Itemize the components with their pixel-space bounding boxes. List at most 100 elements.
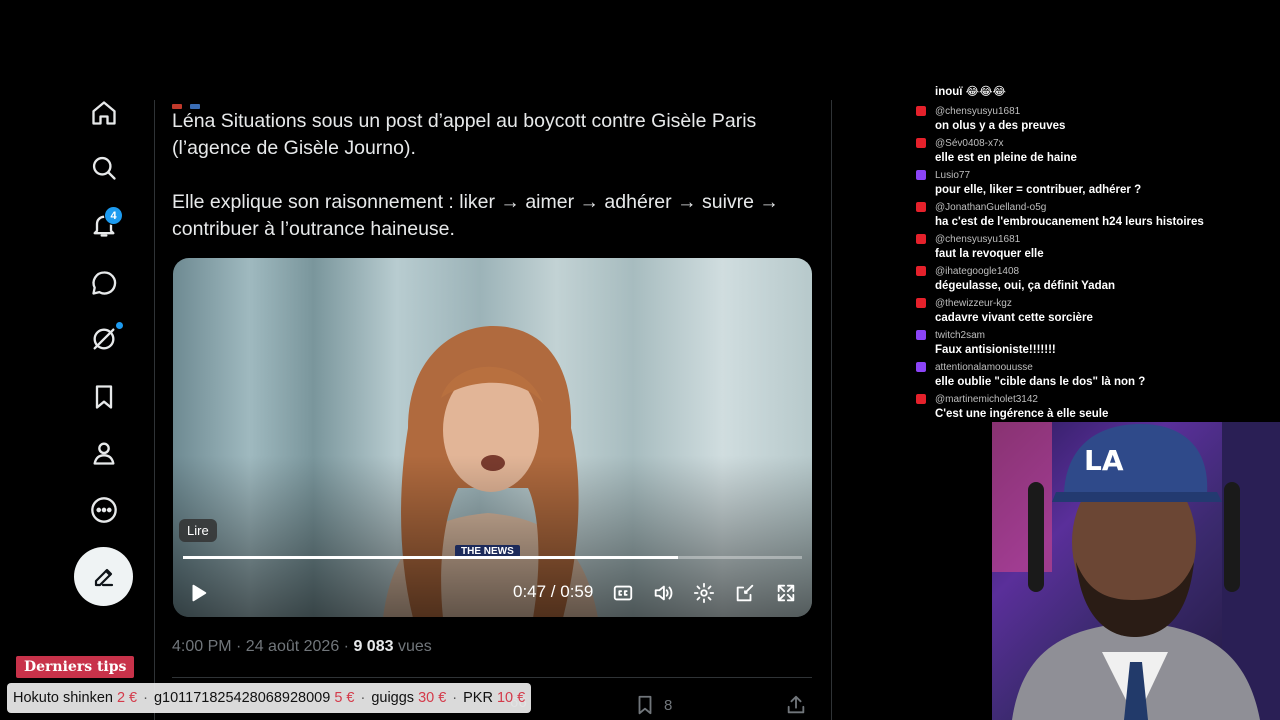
- tip-amount: 10 €: [496, 690, 526, 706]
- tip-amount: 2 €: [116, 690, 138, 706]
- column-border-right: [831, 100, 832, 720]
- youtube-icon: [916, 138, 926, 148]
- bookmark-action[interactable]: 8: [634, 694, 672, 716]
- play-tooltip: Lire: [179, 519, 217, 542]
- chat-user-row: @thewizzeur-kgz: [916, 296, 1276, 310]
- chat-message: @thewizzeur-kgz cadavre vivant cette sorc…: [916, 296, 1276, 326]
- bookmark-icon: [638, 695, 652, 715]
- views-count: 9 083: [353, 638, 394, 655]
- video-progress-fill: [183, 556, 679, 559]
- streamer-webcam: LA: [992, 422, 1280, 720]
- chat-username[interactable]: attentionalamoouusse: [935, 362, 1033, 373]
- youtube-icon: [916, 266, 926, 276]
- chat-user-row: Lusio77: [916, 168, 1276, 182]
- new-indicator-dot: [116, 322, 123, 329]
- chat-message: @chensyusyu1681 faut la revoquer elle: [916, 232, 1276, 262]
- chat-user-row: @Sév0408-x7x: [916, 136, 1276, 150]
- profile-icon[interactable]: [88, 437, 120, 469]
- youtube-icon: [916, 394, 926, 404]
- chat-message: @JonathanGuelland-o5g ha c'est de l'embro…: [916, 200, 1276, 230]
- chat-username[interactable]: @JonathanGuelland-o5g: [935, 202, 1046, 213]
- svg-text:LA: LA: [1084, 444, 1124, 477]
- tweet-text: Léna Situations sous un post d’appel au …: [172, 108, 812, 243]
- share-icon: [787, 695, 805, 714]
- settings-button[interactable]: [693, 580, 715, 606]
- chat-text: cadavre vivant cette sorcière: [935, 312, 1093, 324]
- chat-username[interactable]: twitch2sam: [935, 330, 985, 341]
- search-icon[interactable]: [88, 152, 120, 184]
- chat-text: on olus y a des preuves: [935, 120, 1066, 132]
- compose-icon: [94, 568, 113, 586]
- chat-message: @chensyusyu1681 on olus y a des preuves: [916, 104, 1276, 134]
- video-progress-bar[interactable]: [183, 556, 802, 559]
- twitch-icon: [916, 330, 926, 340]
- tip-name: PKR: [463, 690, 493, 706]
- chat-username[interactable]: @chensyusyu1681: [935, 106, 1020, 117]
- youtube-icon: [916, 106, 926, 116]
- captions-icon: [613, 585, 633, 601]
- fullscreen-icon: [777, 584, 795, 602]
- chat-message: @martinemicholet3142 C'est une ingérence …: [916, 392, 1276, 422]
- tip-amount: 5 €: [334, 690, 355, 706]
- chat-text: dégeulasse, oui, ça définit Yadan: [935, 280, 1116, 292]
- video-player[interactable]: Lire THE NEWS 0:47 / 0:59: [173, 258, 812, 617]
- flag-emojis-cut: [172, 96, 232, 109]
- fullscreen-button[interactable]: [775, 580, 797, 606]
- tweet-meta: 4:00 PM · 24 août 2026 · 9 083 vues: [172, 638, 432, 656]
- chat-username[interactable]: @chensyusyu1681: [935, 234, 1020, 245]
- chat-user-row: @martinemicholet3142: [916, 392, 1276, 406]
- chat-text: elle oublie "cible dans le dos" là non ?: [935, 376, 1146, 388]
- compose-button[interactable]: [74, 547, 133, 606]
- twitch-icon: [916, 362, 926, 372]
- chat-user-row: @chensyusyu1681: [916, 104, 1276, 118]
- play-button[interactable]: [187, 580, 209, 606]
- views-label: vues: [393, 638, 432, 655]
- bookmark-icon[interactable]: [88, 381, 120, 413]
- more-icon[interactable]: [88, 494, 120, 526]
- chat-message: twitch2sam Faux antisioniste!!!!!!!: [916, 328, 1276, 358]
- video-time: 0:47 / 0:59: [513, 582, 594, 601]
- chat-user-row: @JonathanGuelland-o5g: [916, 200, 1276, 214]
- play-icon: [192, 584, 207, 602]
- volume-icon: [654, 585, 673, 601]
- chat-text: C'est une ingérence à elle seule: [935, 408, 1109, 420]
- volume-button[interactable]: [652, 580, 674, 606]
- messages-icon[interactable]: [88, 267, 120, 299]
- chat-username[interactable]: @ihategoogle1408: [935, 266, 1019, 277]
- webcam-frame: LA: [992, 422, 1280, 720]
- tip-separator: ·: [360, 690, 366, 706]
- tweet-paragraph-2: Elle explique son raisonnement : liker →…: [172, 191, 779, 240]
- post-timestamp[interactable]: 4:00 PM · 24 août 2026 ·: [172, 638, 353, 655]
- tip-name: Hokuto shinken: [13, 690, 113, 706]
- tip-name: guiggs: [371, 690, 415, 706]
- chat-username[interactable]: @Sév0408-x7x: [935, 138, 1004, 149]
- pip-button[interactable]: [734, 580, 756, 606]
- chat-user-row: attentionalamoouusse: [916, 360, 1276, 374]
- chat-user-row: @ihategoogle1408: [916, 264, 1276, 278]
- tweet-paragraph-1: Léna Situations sous un post d’appel au …: [172, 110, 757, 159]
- chat-text: ha c'est de l'embroucanement h24 leurs h…: [935, 216, 1204, 228]
- tip-amount: 30 €: [418, 690, 447, 706]
- bookmark-count: 8: [664, 696, 673, 714]
- chat-message: Lusio77 pour elle, liker = contribuer, ad…: [916, 168, 1276, 198]
- captions-button[interactable]: [612, 580, 634, 606]
- tip-separator: ·: [452, 690, 458, 706]
- column-border-left: [154, 100, 155, 720]
- tips-title: Derniers tips: [16, 656, 135, 678]
- chat-text: elle est en pleine de haine: [935, 152, 1077, 164]
- divider: [172, 677, 812, 678]
- tip-separator: ·: [143, 690, 148, 706]
- chat-username[interactable]: @martinemicholet3142: [935, 394, 1038, 405]
- chat-text: Faux antisioniste!!!!!!!: [935, 344, 1056, 356]
- youtube-icon: [916, 202, 926, 212]
- tips-bar: Hokuto shinken 2 € · g1011718254280689280…: [7, 683, 532, 713]
- chat-username[interactable]: @thewizzeur-kgz: [935, 298, 1012, 309]
- share-action[interactable]: [785, 694, 807, 716]
- youtube-icon: [916, 298, 926, 308]
- grok-icon[interactable]: [88, 323, 120, 355]
- chat-username[interactable]: Lusio77: [935, 170, 970, 181]
- notification-badge: 4: [104, 206, 123, 225]
- home-icon[interactable]: [88, 97, 120, 129]
- gear-icon: [693, 582, 715, 604]
- chat-text: pour elle, liker = contribuer, adhérer ?: [935, 184, 1142, 196]
